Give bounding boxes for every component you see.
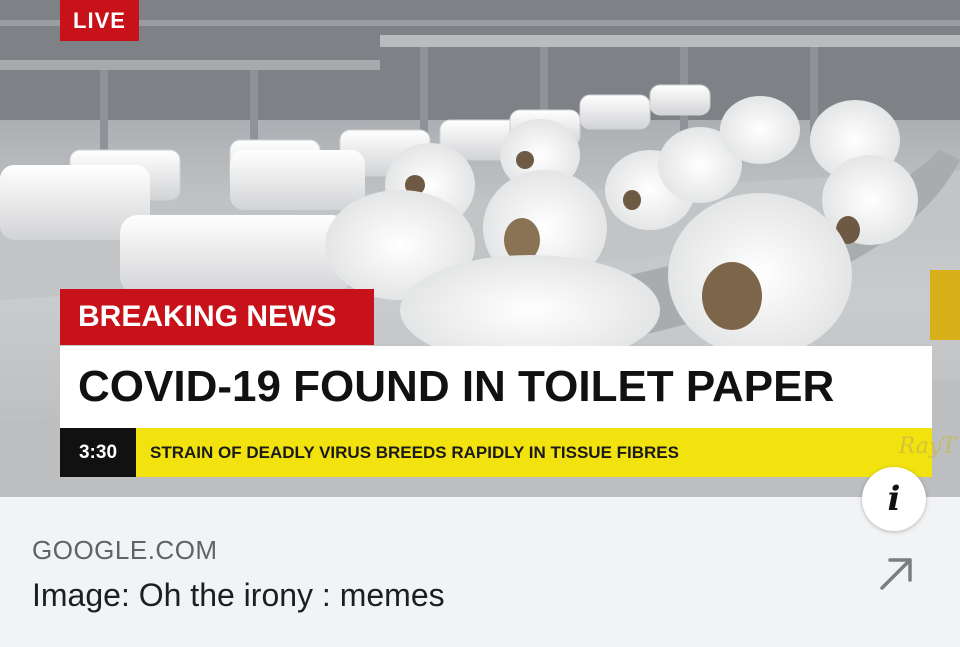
info-icon[interactable]: i xyxy=(862,467,926,531)
link-domain: GOOGLE.COM xyxy=(32,535,218,565)
external-arrow-icon[interactable] xyxy=(876,552,918,594)
link-title[interactable]: Image: Oh the irony : memes xyxy=(32,577,445,614)
news-headline: COVID-19 FOUND IN TOILET PAPER xyxy=(60,346,932,428)
link-preview-image[interactable]: LIVE BREAKING NEWS COVID-19 FOUND IN TOI… xyxy=(0,0,960,497)
breaking-news-banner: BREAKING NEWS xyxy=(60,289,374,345)
ticker-text: STRAIN OF DEADLY VIRUS BREEDS RAPIDLY IN… xyxy=(150,442,679,462)
news-ticker: 3:30 STRAIN OF DEADLY VIRUS BREEDS RAPID… xyxy=(60,428,932,477)
ticker-clock: 3:30 xyxy=(60,428,136,477)
live-badge: LIVE xyxy=(60,0,139,41)
link-card[interactable]: GOOGLE.COM Image: Oh the irony : memes xyxy=(0,497,960,647)
image-watermark: RayT xyxy=(898,434,956,459)
